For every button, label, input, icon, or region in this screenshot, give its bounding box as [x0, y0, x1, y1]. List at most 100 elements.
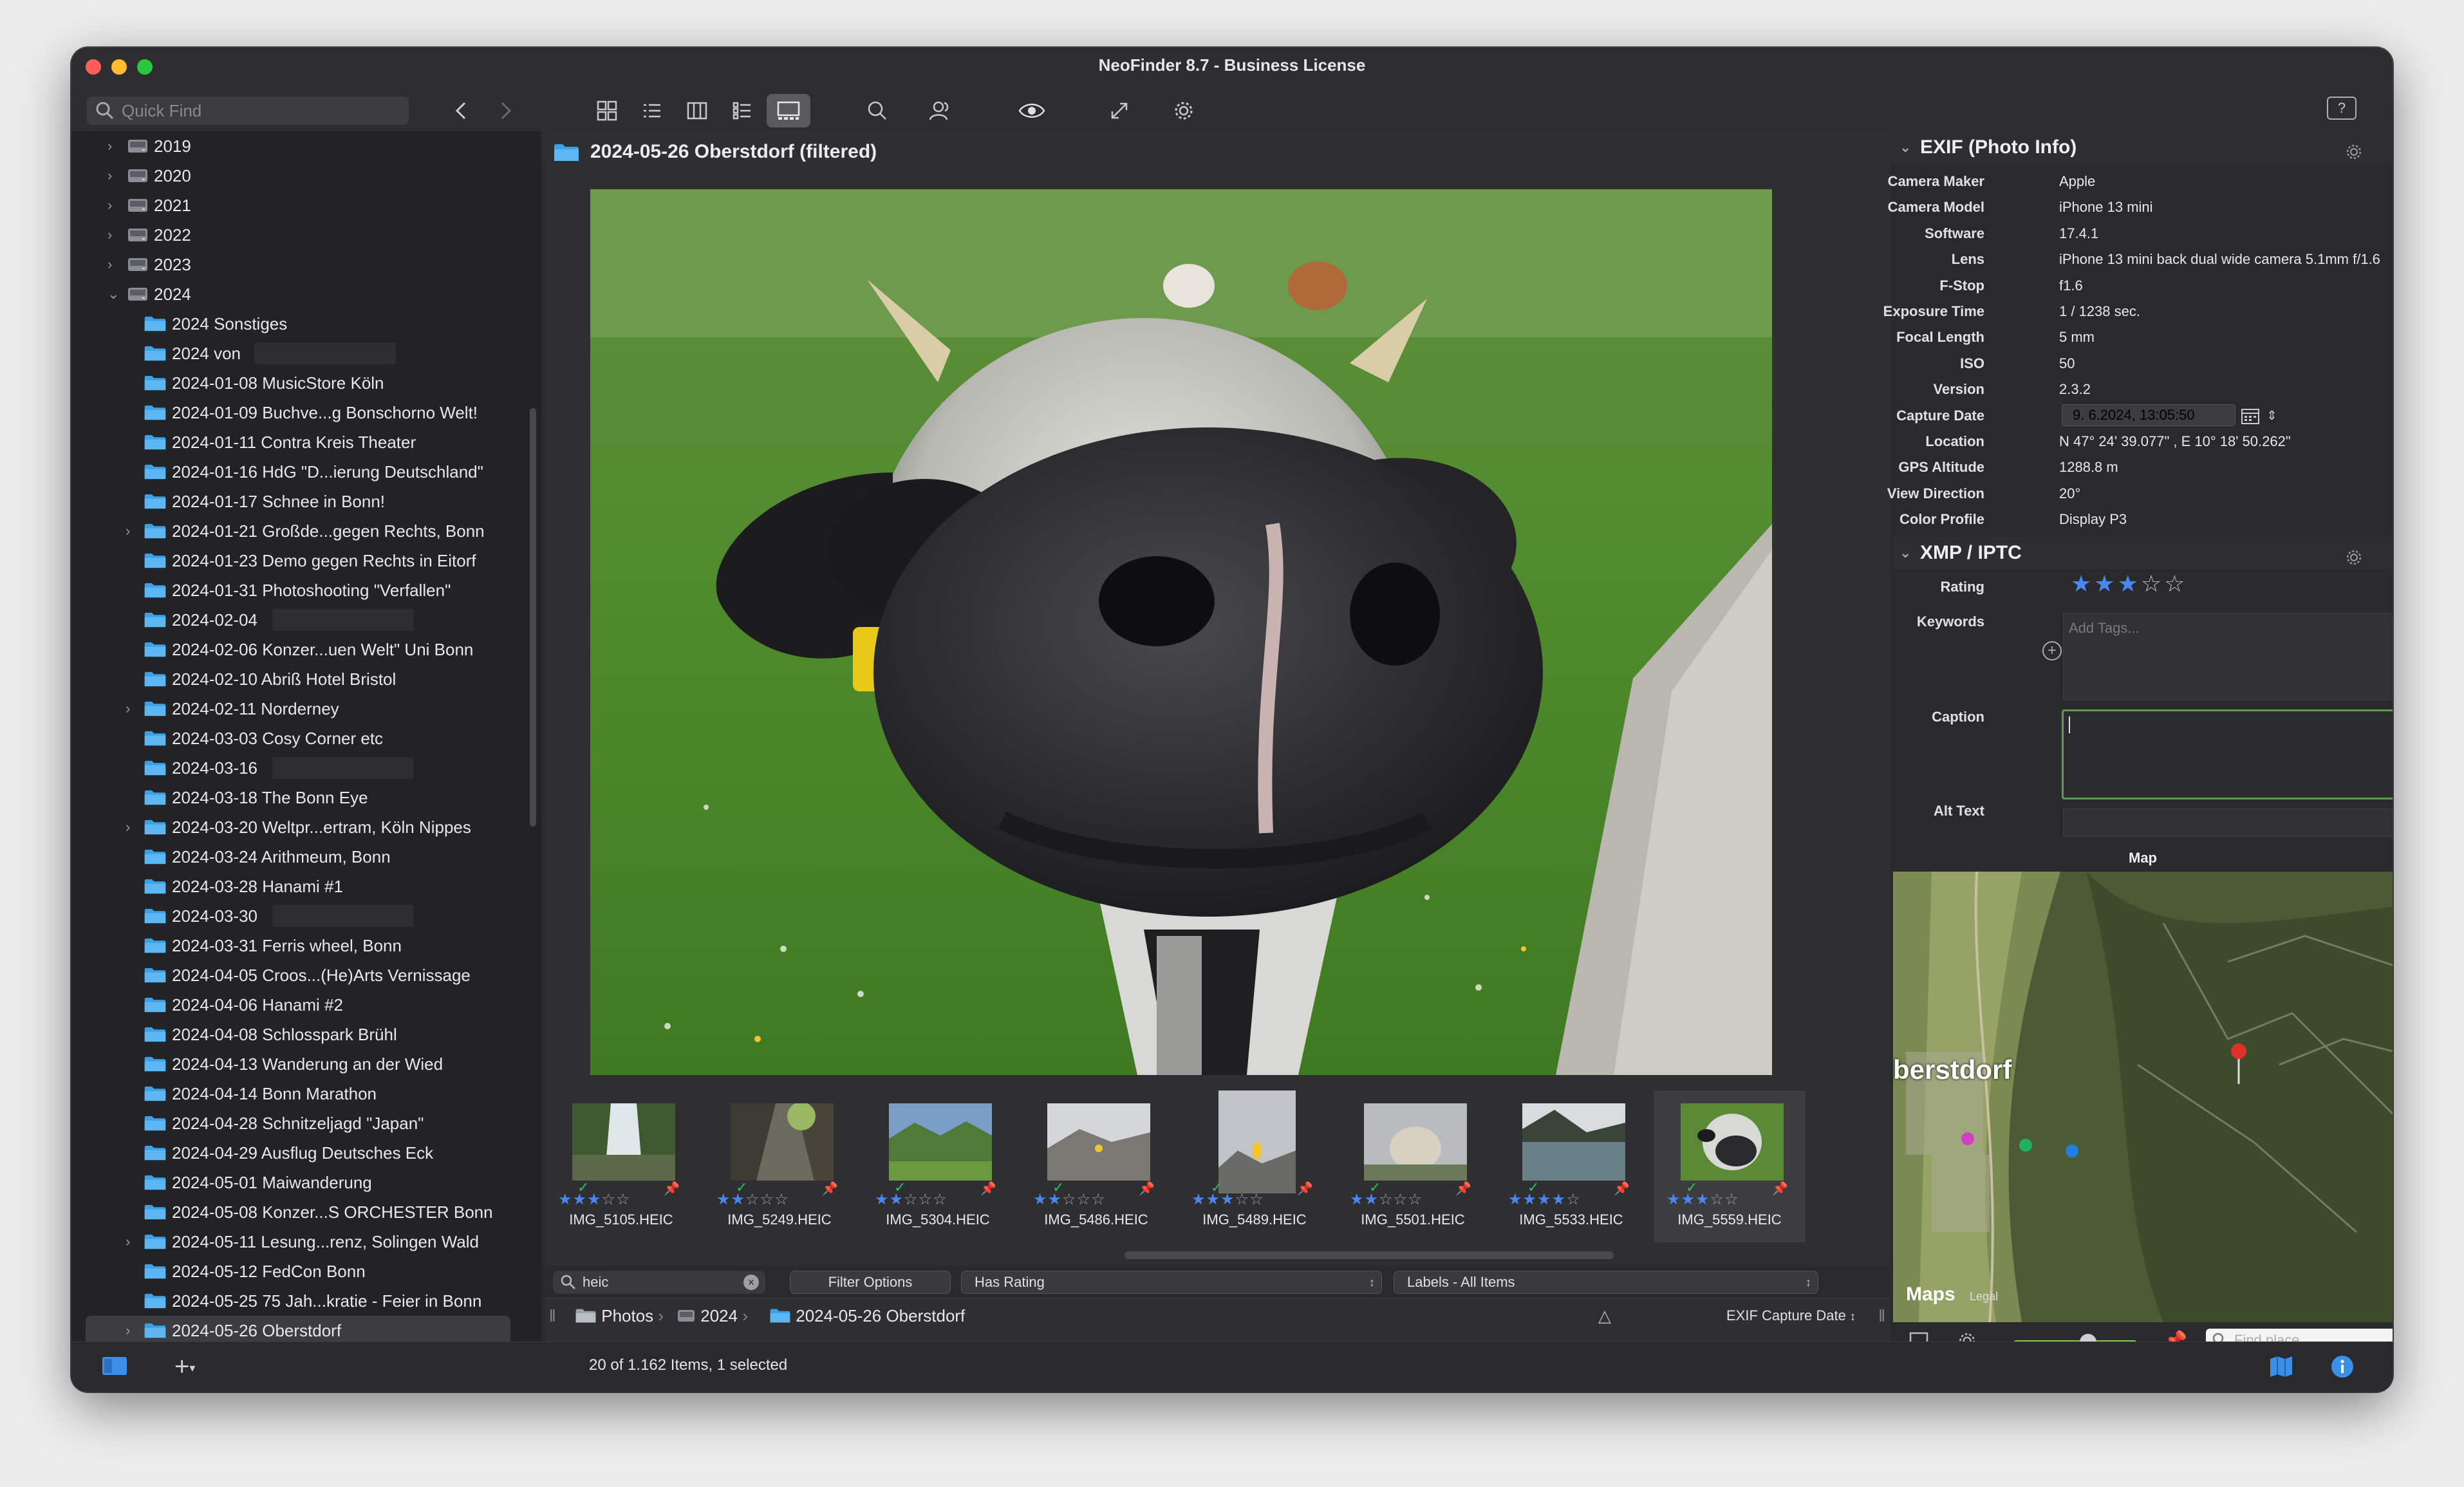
path-item-photos[interactable]: Photos ›: [575, 1298, 664, 1333]
toggle-sidebar-button[interactable]: [101, 1355, 128, 1380]
sidebar-item[interactable]: 2024-02-04: [71, 605, 522, 635]
back-button[interactable]: [445, 94, 477, 127]
pane-splitter-handle[interactable]: ‖: [549, 1298, 556, 1333]
xmp-section-header[interactable]: ⌄ XMP / IPTC: [1893, 537, 2393, 569]
labels-filter-select[interactable]: Labels - All Items: [1394, 1271, 1818, 1294]
sidebar-item[interactable]: › 2019: [71, 131, 522, 161]
tags-input[interactable]: Add Tags...: [2063, 613, 2393, 700]
sort-select[interactable]: EXIF Capture Date ↕: [1726, 1298, 1856, 1334]
clear-search-icon[interactable]: ×: [743, 1275, 759, 1290]
capture-date-field[interactable]: 9. 6.2024, 13:05:50: [2062, 404, 2235, 426]
filter-search-input[interactable]: heic ×: [553, 1271, 765, 1294]
thumbnail-item[interactable]: ✓ 📌 ★★★☆☆ IMG_5489.HEIC: [1179, 1090, 1330, 1242]
sidebar-item[interactable]: 2024-03-28 Hanami #1: [71, 872, 522, 901]
star-empty-icon[interactable]: ☆: [2164, 570, 2187, 597]
thumbnail-rating[interactable]: ★★☆☆☆: [1350, 1192, 1440, 1208]
thumbnail-rating[interactable]: ★★☆☆☆: [875, 1192, 965, 1208]
add-keyword-icon[interactable]: +: [2042, 641, 2062, 660]
pane-splitter-handle-right[interactable]: ‖: [1878, 1298, 1885, 1333]
path-item-oberstdorf[interactable]: 2024-05-26 Oberstdorf: [769, 1298, 965, 1333]
thumbnail-item[interactable]: ✓ 📌 ★★★☆☆ IMG_5559.HEIC: [1654, 1090, 1806, 1242]
sidebar-item[interactable]: 2024-04-05 Croos...(He)Arts Vernissage: [71, 960, 522, 990]
sidebar-item[interactable]: › 2020: [71, 161, 522, 191]
thumbnail-item[interactable]: ✓ 📌 ★★☆☆☆ IMG_5486.HEIC: [1020, 1090, 1172, 1242]
star-filled-icon[interactable]: ★: [2118, 570, 2141, 597]
sidebar-item[interactable]: 2024-04-13 Wanderung an der Wied: [71, 1049, 522, 1079]
sidebar-item[interactable]: 2024-01-31 Photoshooting "Verfallen": [71, 575, 522, 605]
thumbnail-rating[interactable]: ★★★☆☆: [1666, 1192, 1757, 1208]
sidebar-item[interactable]: › 2024-01-21 Großde...gegen Rechts, Bonn: [71, 516, 522, 546]
thumbnail-item[interactable]: ✓ 📌 ★★☆☆☆ IMG_5501.HEIC: [1337, 1090, 1489, 1242]
sidebar-item[interactable]: 2024-03-03 Cosy Corner etc: [71, 724, 522, 753]
sidebar-item[interactable]: › 2024-05-26 Oberstdorf: [86, 1316, 510, 1342]
caption-field[interactable]: [2062, 709, 2393, 800]
thumbnail-item[interactable]: ✓ 📌 ★★☆☆☆ IMG_5249.HEIC: [704, 1090, 855, 1242]
sidebar-item[interactable]: 2024-05-12 FedCon Bonn: [71, 1257, 522, 1286]
date-stepper[interactable]: ⇕: [2266, 403, 2277, 429]
thumbnail-rating[interactable]: ★★☆☆☆: [716, 1192, 807, 1208]
sidebar-item[interactable]: › 2024-03-20 Weltpr...ertram, Köln Nippes: [71, 812, 522, 842]
sidebar-item[interactable]: › 2024-05-11 Lesung...renz, Solingen Wald: [71, 1227, 522, 1257]
detail-list-view-button[interactable]: [722, 94, 763, 127]
sidebar-item[interactable]: 2024-02-10 Abriß Hotel Bristol: [71, 664, 522, 694]
rating-filter-select[interactable]: Has Rating: [961, 1271, 1382, 1294]
alt-text-field[interactable]: [2063, 809, 2393, 837]
star-filled-icon[interactable]: ★: [2071, 570, 2094, 597]
add-button[interactable]: +▾: [174, 1352, 195, 1381]
sidebar-item[interactable]: 2024-01-16 HdG "D...ierung Deutschland": [71, 457, 522, 487]
sidebar-item[interactable]: › 2022: [71, 220, 522, 250]
thumbnail-scrollbar[interactable]: [1125, 1251, 1614, 1259]
thumbnail-item[interactable]: ✓ 📌 ★★★☆☆ IMG_5105.HEIC: [545, 1090, 697, 1242]
sidebar-item[interactable]: 2024-03-18 The Bonn Eye: [71, 783, 522, 812]
star-filled-icon[interactable]: ★: [2094, 570, 2117, 597]
sidebar-item[interactable]: 2024-01-08 MusicStore Köln: [71, 368, 522, 398]
filter-options-button[interactable]: Filter Options: [790, 1271, 951, 1294]
fullscreen-button[interactable]: [1099, 94, 1140, 127]
sidebar-item[interactable]: 2024-01-23 Demo gegen Rechts in Eitorf: [71, 546, 522, 575]
chevron-right-icon[interactable]: ›: [126, 702, 137, 716]
list-view-button[interactable]: [631, 94, 673, 127]
star-empty-icon[interactable]: ☆: [2141, 570, 2164, 597]
thumbnail-item[interactable]: ✓ 📌 ★★★★☆ IMG_5533.HEIC: [1495, 1090, 1647, 1242]
map-toggle-button[interactable]: [2269, 1355, 2293, 1381]
chevron-right-icon[interactable]: ›: [107, 257, 119, 272]
faces-button[interactable]: [920, 94, 961, 127]
gear-icon[interactable]: [2345, 545, 2363, 577]
map-view[interactable]: berstdorf Maps Legal: [1893, 872, 2393, 1322]
preview-view-button[interactable]: [767, 94, 810, 127]
quick-look-button[interactable]: [1011, 94, 1052, 127]
sidebar-item[interactable]: 2024-04-06 Hanami #2: [71, 990, 522, 1020]
chevron-right-icon[interactable]: ›: [107, 169, 119, 183]
exif-section-header[interactable]: ⌄ EXIF (Photo Info): [1893, 131, 2393, 164]
sidebar-item[interactable]: ⌄ 2024: [71, 279, 522, 309]
maps-attribution[interactable]: Maps Legal: [1906, 1284, 1998, 1305]
help-button[interactable]: ?: [2327, 97, 2357, 120]
icon-view-button[interactable]: [586, 94, 628, 127]
sidebar-item[interactable]: 2024-04-29 Ausflug Deutsches Eck: [71, 1138, 522, 1168]
sidebar-item[interactable]: 2024-05-01 Maiwanderung: [71, 1168, 522, 1197]
rating-stars[interactable]: ★★★☆☆: [2071, 570, 2187, 597]
sidebar-item[interactable]: 2024-01-17 Schnee in Bonn!: [71, 487, 522, 516]
sort-direction-icon[interactable]: △: [1598, 1298, 1611, 1333]
quick-find-input[interactable]: Quick Find: [87, 97, 409, 125]
chevron-right-icon[interactable]: ›: [107, 198, 119, 212]
chevron-right-icon[interactable]: ›: [126, 1235, 137, 1249]
sidebar-item[interactable]: 2024-05-25 75 Jah...kratie - Feier in Bo…: [71, 1286, 522, 1316]
location-pin-icon[interactable]: [2229, 1042, 2248, 1090]
sidebar-item[interactable]: 2024-02-06 Konzer...uen Welt" Uni Bonn: [71, 635, 522, 664]
sidebar-item[interactable]: 2024-03-31 Ferris wheel, Bonn: [71, 931, 522, 960]
chevron-right-icon[interactable]: ›: [107, 139, 119, 153]
sidebar-item[interactable]: 2024-04-28 Schnitzeljagd "Japan": [71, 1108, 522, 1138]
settings-button[interactable]: [1163, 94, 1204, 127]
sidebar-item[interactable]: 2024-01-11 Contra Kreis Theater: [71, 427, 522, 457]
sidebar-item[interactable]: 2024 von: [71, 339, 522, 368]
sidebar-item[interactable]: 2024-03-16: [71, 753, 522, 783]
forward-button[interactable]: [490, 94, 522, 127]
gear-icon[interactable]: [2345, 139, 2363, 171]
sidebar-item[interactable]: 2024-04-14 Bonn Marathon: [71, 1079, 522, 1108]
find-button[interactable]: [857, 94, 898, 127]
sidebar-item[interactable]: › 2023: [71, 250, 522, 279]
column-view-button[interactable]: [677, 94, 718, 127]
thumbnail-rating[interactable]: ★★★☆☆: [1191, 1192, 1282, 1208]
path-item-2024[interactable]: 2024 ›: [677, 1298, 748, 1333]
